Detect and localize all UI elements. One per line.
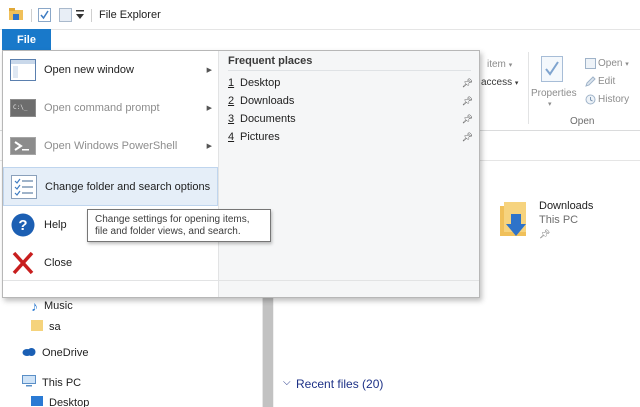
open-icon[interactable] — [585, 58, 596, 72]
pin-icon[interactable]: 📌︎ — [462, 132, 473, 143]
downloads-location: This PC — [539, 214, 579, 226]
ribbon-item-partial[interactable]: item ▾ — [487, 59, 512, 70]
submenu-arrow-icon: ▶ — [206, 105, 212, 112]
frequent-places-panel: Frequent places 1 Desktop 📌︎ 2 Downloads… — [218, 51, 479, 297]
recent-files-chevron-icon[interactable]: ⌵ — [283, 377, 291, 388]
frequent-place-downloads[interactable]: 2 Downloads 📌︎ — [228, 95, 473, 112]
toolbar-separator — [31, 9, 32, 22]
cloud-icon — [22, 347, 36, 359]
nav-item-sa[interactable]: sa — [31, 319, 61, 334]
folder-options-icon — [11, 175, 37, 199]
tab-file[interactable]: File — [2, 29, 51, 50]
nav-item-this-pc[interactable]: This PC — [22, 375, 81, 390]
ribbon-separator — [528, 52, 529, 124]
submenu-arrow-icon: ▶ — [206, 67, 212, 74]
menu-open-new-window[interactable]: Open new window ▶ — [3, 51, 218, 89]
frequent-places-divider — [228, 70, 471, 71]
customize-toolbar-icon[interactable] — [76, 10, 84, 23]
recent-files-title[interactable]: Recent files (20) — [296, 377, 383, 391]
file-menu: Open new window ▶ C:\_ Open command prom… — [2, 50, 480, 298]
command-prompt-icon: C:\_ — [10, 96, 36, 120]
menu-footer-divider — [3, 280, 479, 281]
toolbar-separator — [91, 9, 92, 22]
downloads-tile[interactable]: Downloads This PC 📌︎ — [498, 200, 608, 242]
svg-text:C:\_: C:\_ — [13, 104, 28, 111]
properties-button[interactable]: Properties — [531, 88, 577, 99]
history-button[interactable]: History — [598, 94, 629, 105]
frequent-place-pictures[interactable]: 4 Pictures 📌︎ — [228, 131, 473, 148]
pin-icon[interactable]: 📌︎ — [539, 229, 550, 240]
frequent-places-title: Frequent places — [228, 55, 313, 67]
ribbon-access-partial[interactable]: access ▾ — [481, 77, 518, 88]
menu-close[interactable]: Close — [3, 244, 218, 282]
window-title: File Explorer — [99, 9, 161, 21]
help-icon: ? — [10, 213, 36, 237]
properties-dropdown-icon[interactable]: ▾ — [548, 100, 552, 108]
new-folder-icon[interactable] — [59, 8, 72, 25]
downloads-name: Downloads — [539, 200, 594, 212]
desktop-icon — [31, 396, 43, 407]
pin-icon[interactable]: 📌︎ — [462, 78, 473, 89]
pin-icon[interactable]: 📌︎ — [462, 114, 473, 125]
folder-icon[interactable] — [9, 8, 23, 24]
edit-button[interactable]: Edit — [598, 76, 615, 87]
svg-text:?: ? — [18, 217, 27, 234]
nav-item-onedrive[interactable]: OneDrive — [22, 347, 88, 359]
frequent-place-documents[interactable]: 3 Documents 📌︎ — [228, 113, 473, 130]
menu-open-command-prompt[interactable]: C:\_ Open command prompt ▶ — [3, 89, 218, 127]
submenu-arrow-icon: ▶ — [206, 143, 212, 150]
edit-icon[interactable] — [585, 76, 596, 90]
properties-check-icon[interactable] — [38, 8, 51, 25]
nav-scrollbar-thumb[interactable] — [263, 280, 273, 407]
pin-icon[interactable]: 📌︎ — [462, 96, 473, 107]
folder-options-tooltip: Change settings for opening items, file … — [87, 209, 271, 242]
close-icon — [10, 251, 36, 275]
properties-icon[interactable] — [541, 56, 563, 85]
file-menu-commands: Open new window ▶ C:\_ Open command prom… — [3, 51, 218, 297]
open-group-label: Open — [570, 116, 595, 127]
menu-change-folder-options[interactable]: Change folder and search options — [3, 167, 218, 206]
title-bar: File Explorer — [0, 0, 640, 30]
open-button[interactable]: Open ▾ — [598, 58, 629, 69]
new-window-icon — [10, 58, 36, 82]
downloads-folder-icon — [498, 202, 532, 243]
nav-item-desktop[interactable]: Desktop — [31, 396, 89, 407]
nav-item-music[interactable]: ♪ Music — [31, 298, 73, 314]
folder-icon — [31, 319, 43, 334]
menu-open-powershell[interactable]: Open Windows PowerShell ▶ — [3, 127, 218, 165]
music-note-icon: ♪ — [31, 298, 38, 314]
powershell-icon — [10, 134, 36, 158]
computer-icon — [22, 375, 36, 390]
history-icon[interactable] — [585, 94, 596, 108]
frequent-place-desktop[interactable]: 1 Desktop 📌︎ — [228, 77, 473, 94]
